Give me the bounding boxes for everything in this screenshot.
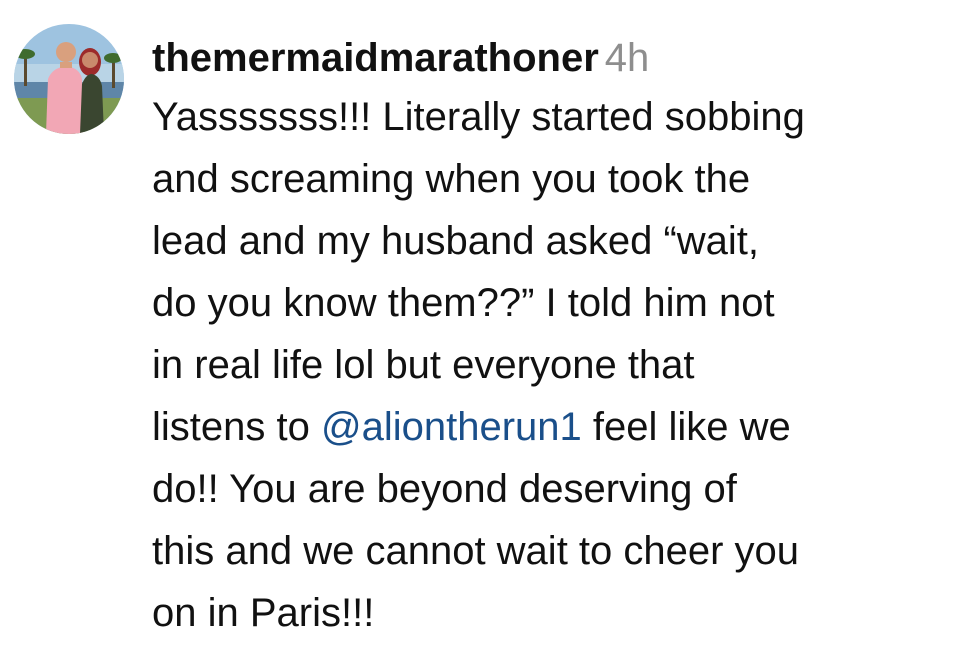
username-link[interactable]: themermaidmarathoner — [152, 36, 599, 80]
comment: themermaidmarathoner 4h Yasssssss!!! Lite… — [0, 0, 980, 657]
comment-line: this and we cannot wait to cheer you — [152, 529, 800, 573]
comment-line-with-mention: listens to @aliontherun1 feel like we — [152, 396, 972, 458]
comment-header: themermaidmarathoner 4h — [152, 30, 972, 86]
comment-text: Yasssssss!!! Literally started sobbing a… — [152, 86, 972, 644]
comment-text-segment: listens to — [152, 405, 321, 449]
comment-line: on in Paris!!! — [152, 591, 375, 635]
comment-text-segment: feel like we — [581, 405, 791, 449]
comment-line: lead and my husband asked “wait, — [152, 219, 760, 263]
profile-photo-icon — [14, 24, 124, 134]
comment-line: do!! You are beyond deserving of — [152, 467, 737, 511]
mention-link[interactable]: @aliontherun1 — [321, 405, 582, 449]
comment-line: and screaming when you took the — [152, 157, 751, 201]
timestamp: 4h — [604, 36, 650, 80]
avatar[interactable] — [14, 24, 124, 134]
comment-line: in real life lol but everyone that — [152, 343, 695, 387]
comment-line: Yasssssss!!! Literally started sobbing — [152, 95, 805, 139]
comment-line: do you know them??” I told him not — [152, 281, 775, 325]
comment-content: themermaidmarathoner 4h Yasssssss!!! Lite… — [152, 30, 972, 644]
